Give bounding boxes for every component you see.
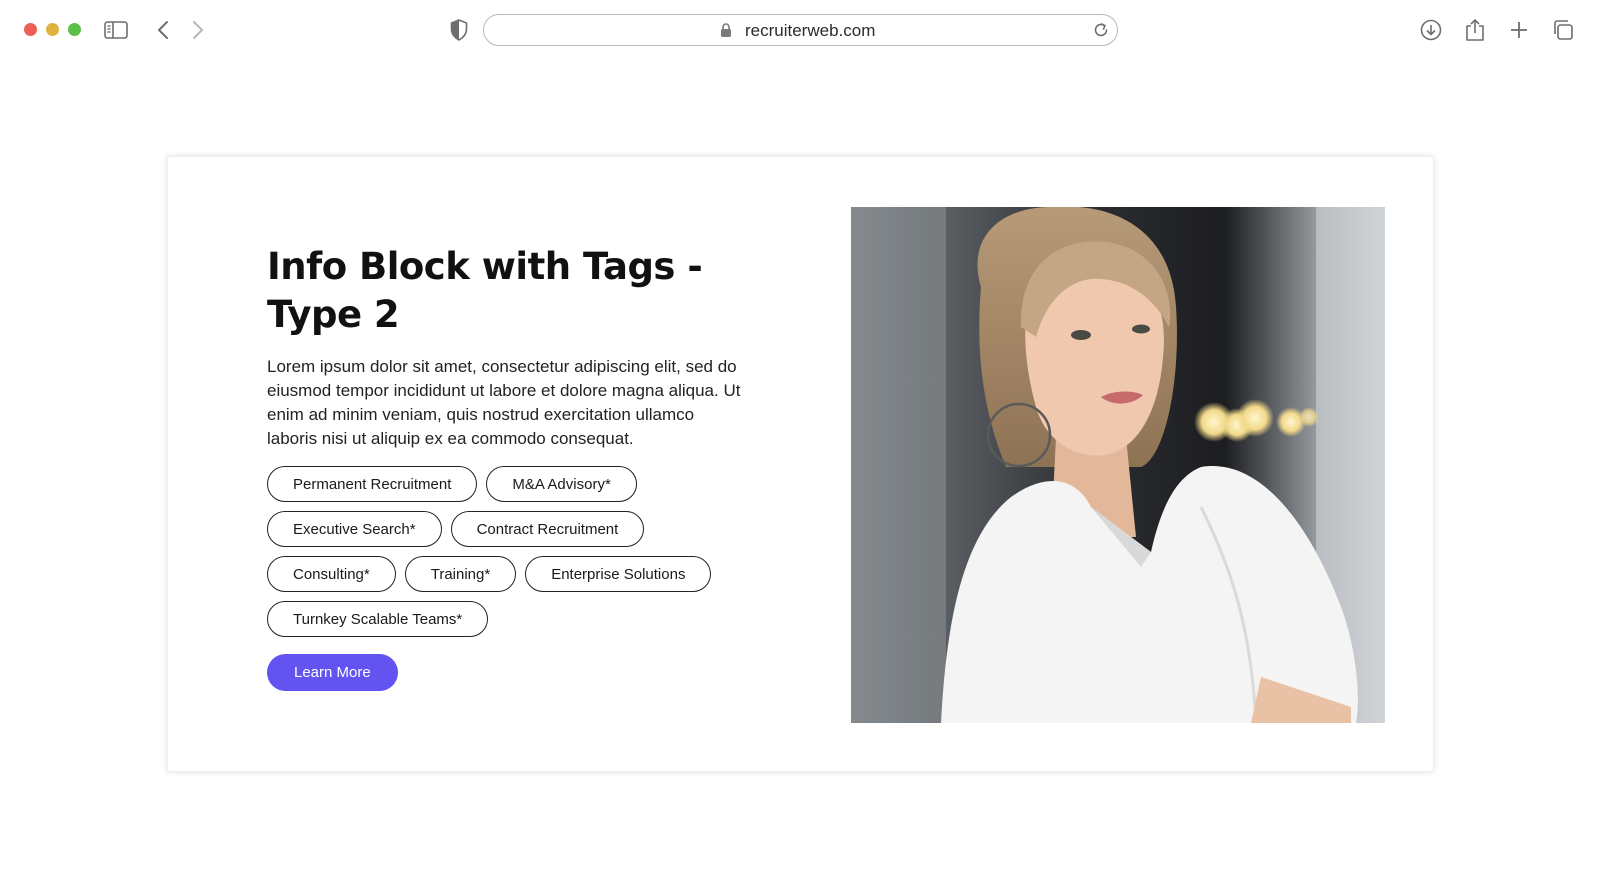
reload-icon[interactable] [1091, 20, 1111, 45]
address-bar[interactable]: recruiterweb.com [483, 14, 1118, 46]
info-block-description: Lorem ipsum dolor sit amet, consectetur … [267, 357, 741, 448]
tabs-overview-icon[interactable] [1550, 17, 1576, 43]
share-icon[interactable] [1462, 17, 1488, 43]
learn-more-button[interactable]: Learn More [267, 654, 398, 691]
download-icon[interactable] [1418, 17, 1444, 43]
back-icon[interactable] [150, 17, 176, 43]
sidebar-icon[interactable] [103, 17, 129, 43]
info-block-card: Info Block with Tags - Type 2 Lorem ipsu… [167, 156, 1434, 772]
new-tab-icon[interactable] [1506, 17, 1532, 43]
url-text[interactable]: recruiterweb.com [745, 21, 875, 41]
info-block-title: Info Block with Tags - Type 2 [267, 245, 703, 336]
tag-executive-search[interactable]: Executive Search* [267, 511, 442, 547]
close-window-button[interactable] [24, 23, 37, 36]
portrait-illustration [851, 207, 1385, 723]
tag-training[interactable]: Training* [404, 556, 517, 592]
tag-contract-recruitment[interactable]: Contract Recruitment [450, 511, 645, 547]
browser-toolbar: recruiterweb.com [0, 0, 1600, 58]
tag-list: Permanent Recruitment M&A Advisory* Exec… [267, 466, 747, 637]
tag-enterprise-solutions[interactable]: Enterprise Solutions [525, 556, 712, 592]
forward-icon[interactable] [185, 17, 211, 43]
lock-icon [720, 23, 732, 43]
minimize-window-button[interactable] [46, 23, 59, 36]
tag-turnkey-scalable-teams[interactable]: Turnkey Scalable Teams* [267, 601, 489, 637]
portrait-photo [851, 207, 1385, 723]
tag-permanent-recruitment[interactable]: Permanent Recruitment [267, 466, 478, 502]
shield-icon[interactable] [446, 17, 472, 43]
tag-consulting[interactable]: Consulting* [267, 556, 396, 592]
tag-ma-advisory[interactable]: M&A Advisory* [486, 466, 637, 502]
zoom-window-button[interactable] [68, 23, 81, 36]
